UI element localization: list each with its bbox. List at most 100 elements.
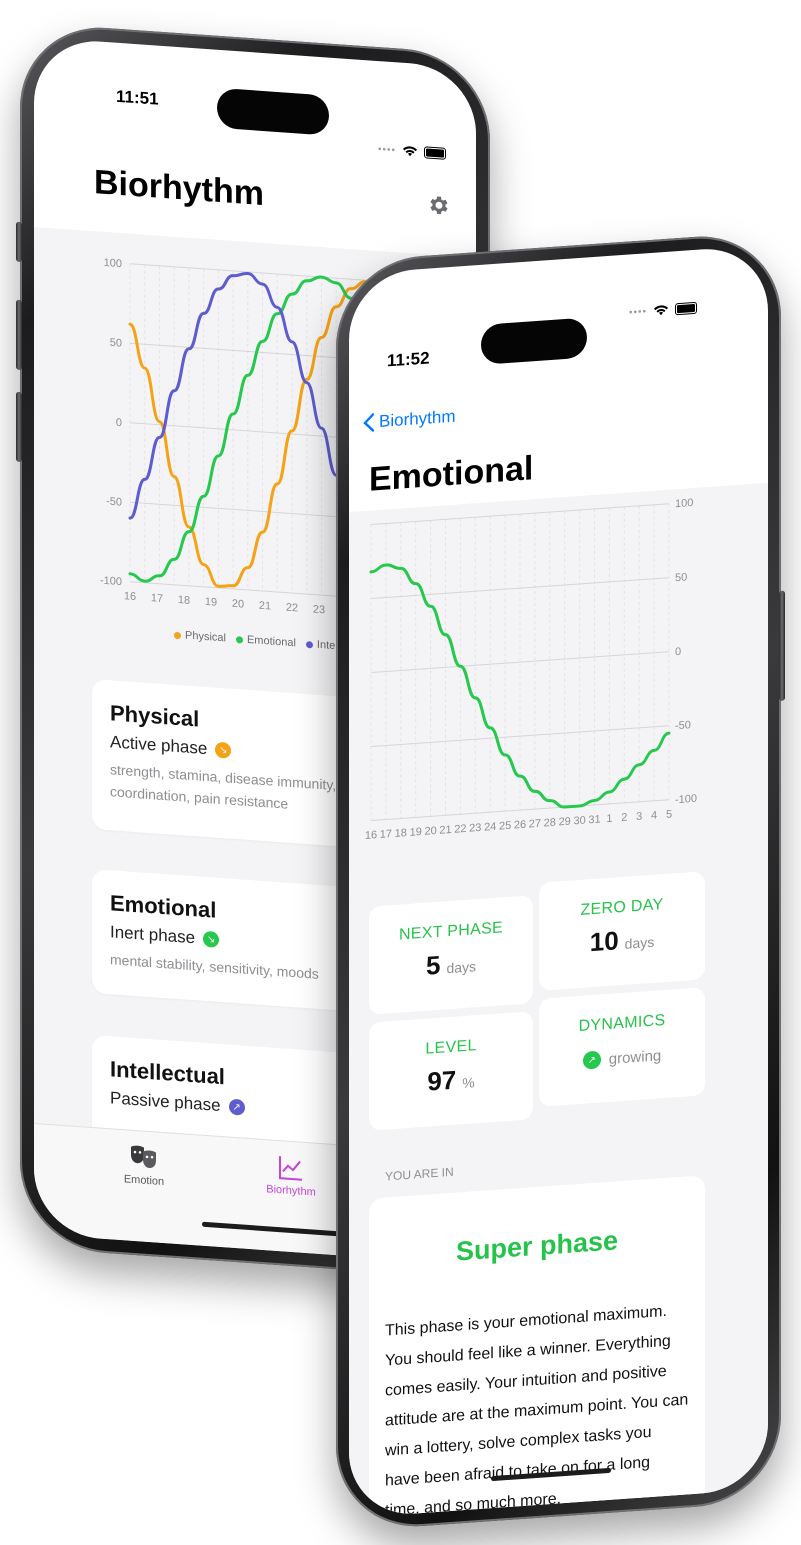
right-chart-x-tick-label: 24 <box>484 821 496 834</box>
signal-icon: •••• <box>378 143 397 156</box>
stat-label: LEVEL <box>425 1037 477 1058</box>
legend-item-emotional: Emotional <box>235 633 296 649</box>
arrow-down-right-icon: ↘ <box>215 741 232 759</box>
right-chart-y-tick-label: 100 <box>675 497 693 510</box>
phase-label: Passive phase <box>110 1088 221 1116</box>
chevron-left-icon <box>363 413 375 432</box>
phase-card: Super phase This phase is your emotional… <box>369 1175 705 1519</box>
stat-label: NEXT PHASE <box>398 919 504 944</box>
wifi-icon <box>403 146 418 157</box>
mute-switch <box>16 221 22 263</box>
right-chart-x-tick-label: 18 <box>395 827 407 840</box>
left-chart-x-tick-label: 23 <box>313 603 325 616</box>
phase-label: Active phase <box>110 732 208 759</box>
tab-label: Emotion <box>123 1173 165 1189</box>
right-chart-x-tick-label: 27 <box>529 818 541 831</box>
stat-label: ZERO DAY <box>580 896 664 919</box>
legend-item-intellectual: Intell <box>305 638 340 652</box>
arrow-down-right-icon: ↘ <box>203 930 220 948</box>
signal-icon: •••• <box>629 305 648 319</box>
phase-description: This phase is your emotional maximum. Yo… <box>385 1302 689 1519</box>
tab-emotion[interactable]: Emotion <box>104 1141 184 1190</box>
back-label: Biorhythm <box>379 406 456 431</box>
left-chart-x-tick-label: 18 <box>178 594 190 607</box>
right-phone-screen: 11:52 •••• Biorhythm Emotional 100 50 0 -50… <box>349 244 768 1519</box>
home-indicator <box>202 1221 342 1237</box>
stat-value: 97% <box>427 1064 475 1097</box>
status-time: 11:51 <box>116 86 159 109</box>
status-icons: •••• <box>378 143 447 160</box>
right-chart-x-tick-label: 1 <box>606 813 612 825</box>
left-chart-y-tick-label: 100 <box>104 257 122 270</box>
dynamic-island <box>217 87 329 136</box>
arrow-up-right-icon: ↗ <box>228 1098 245 1116</box>
phase-title: Super phase <box>455 1225 619 1267</box>
legend-dot-intellectual <box>305 640 313 648</box>
right-chart-x-tick-label: 2 <box>621 812 627 824</box>
left-chart-y-tick-label: 50 <box>110 337 122 350</box>
legend-item-physical: Physical <box>174 629 226 644</box>
stat-level: LEVEL 97% <box>369 1011 533 1131</box>
left-chart-x-tick-label: 17 <box>151 592 163 605</box>
section-label: YOU ARE IN <box>385 1164 454 1184</box>
dynamic-island <box>481 317 587 365</box>
right-chart-y-tick-label: 0 <box>675 646 681 658</box>
gear-icon[interactable] <box>426 192 450 218</box>
volume-up-button <box>16 299 22 371</box>
left-chart-y-tick-label: -50 <box>106 496 122 509</box>
status-time: 11:52 <box>387 348 430 371</box>
right-chart-x-tick-label: 26 <box>514 819 526 832</box>
theater-masks-icon <box>131 1145 156 1169</box>
arrow-up-right-icon: ↗ <box>582 1050 601 1070</box>
stat-value: ↗ growing <box>539 1043 705 1073</box>
right-chart-x-tick-label: 25 <box>499 820 511 833</box>
right-chart-x-tick-label: 17 <box>380 828 392 841</box>
right-chart-x-tick-label: 5 <box>666 809 672 821</box>
right-chart-x-tick-label: 19 <box>410 826 422 839</box>
legend-dot-emotional <box>235 635 243 644</box>
back-button[interactable]: Biorhythm <box>363 407 456 433</box>
tab-label: Biorhythm <box>266 1183 316 1199</box>
phase-label: Inert phase <box>110 922 196 948</box>
tab-biorhythm[interactable]: Biorhythm <box>246 1151 336 1200</box>
stat-dynamics: DYNAMICS ↗ growing <box>539 987 705 1107</box>
left-chart-x-tick-label: 16 <box>124 590 136 603</box>
left-chart-x-tick-label: 20 <box>232 598 244 611</box>
right-chart-x-tick-label: 30 <box>573 815 585 828</box>
stat-label: DYNAMICS <box>578 1011 666 1036</box>
left-chart-x-tick-label: 22 <box>286 602 298 615</box>
detail-panel: 100 50 0 -50 -100 16 17 18 19 20 21 22 23 24 25 26 27 28 2… <box>349 482 768 1519</box>
right-phone-frame: 11:52 •••• Biorhythm Emotional 100 50 0 -50… <box>336 230 785 1532</box>
right-chart-x-tick-label: 16 <box>365 829 377 842</box>
page-title: Emotional <box>369 449 534 499</box>
right-chart-x-tick-label: 4 <box>651 810 657 822</box>
right-chart-x-tick-label: 28 <box>544 817 556 830</box>
stat-value: 10 days <box>589 925 655 958</box>
volume-down-button <box>16 391 22 463</box>
emotional-chart: 100500-50-10016 17 18 19 20 21 22 23 24 25 26 27 28 2… <box>365 497 697 842</box>
power-button <box>779 590 785 702</box>
wifi-icon <box>654 305 669 316</box>
chart-line-icon <box>279 1156 302 1181</box>
chart-legend: Physical Emotional Intell <box>174 629 340 652</box>
right-chart-x-tick-label: 21 <box>439 824 451 837</box>
stat-next-phase: NEXT PHASE 5 days <box>369 895 533 1015</box>
left-chart-y-tick-label: -100 <box>100 575 122 589</box>
right-chart-x-tick-label: 23 <box>469 822 481 835</box>
left-chart-x-tick-label: 21 <box>259 600 271 613</box>
right-chart-x-tick-label: 31 <box>588 814 600 827</box>
right-chart-x-tick-label: 29 <box>559 816 571 829</box>
right-chart-x-tick-label: 3 <box>636 811 642 823</box>
stat-zero-day: ZERO DAY 10 days <box>539 871 705 991</box>
legend-dot-physical <box>174 631 181 639</box>
stat-value: 5 days <box>425 949 477 981</box>
battery-icon <box>424 146 447 160</box>
left-chart-x-tick-label: 19 <box>205 596 217 609</box>
battery-icon <box>675 301 698 316</box>
right-chart-y-tick-label: -100 <box>675 793 697 807</box>
right-chart-y-tick-label: 50 <box>675 571 687 584</box>
right-chart-x-tick-label: 20 <box>424 825 436 838</box>
right-chart-x-tick-label: 22 <box>454 823 466 836</box>
page-title: Biorhythm <box>94 163 264 214</box>
left-chart-y-tick-label: 0 <box>116 417 122 429</box>
